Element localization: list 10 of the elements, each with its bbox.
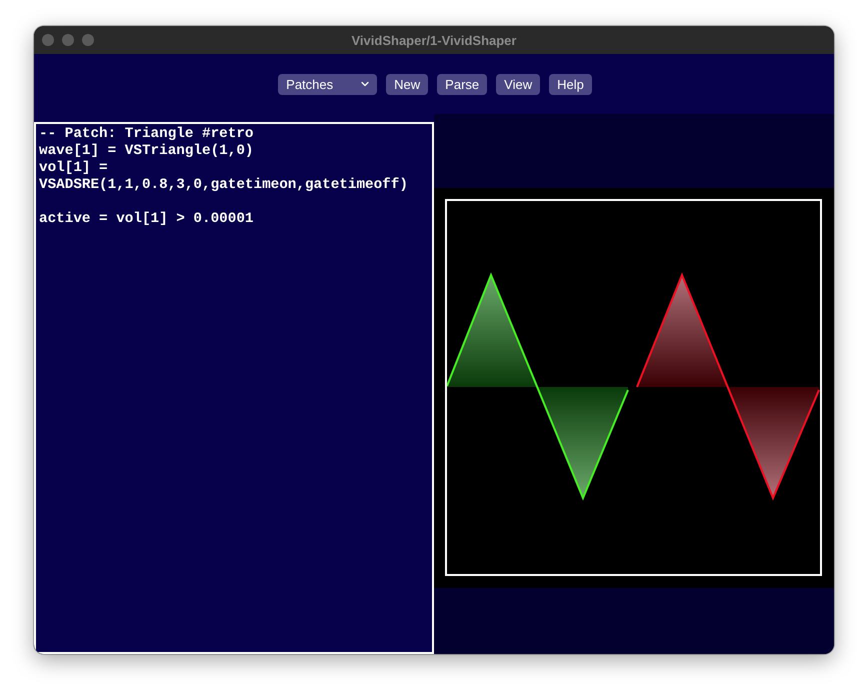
zoom-button[interactable] (82, 34, 94, 46)
toolbar-button[interactable]: Help (549, 74, 592, 94)
code-editor[interactable]: -- Patch: Triangle #retro wave[1] = VSTriangle(1,0) vol[1] = VSADSRE(1,1,0.8,3,0,gatetimeon,gatetimeoff) active = vol[1] > 0.00001 (34, 122, 434, 654)
close-button[interactable] (42, 34, 54, 46)
minimize-button[interactable] (62, 34, 74, 46)
patches-dropdown[interactable]: Patches (278, 74, 378, 94)
toolbar-button[interactable]: New (386, 74, 428, 94)
window-title: VividShaper/1-VividShaper (352, 32, 516, 48)
toolbar-button[interactable]: Parse (437, 74, 488, 94)
toolbar-button[interactable]: View (496, 74, 540, 94)
